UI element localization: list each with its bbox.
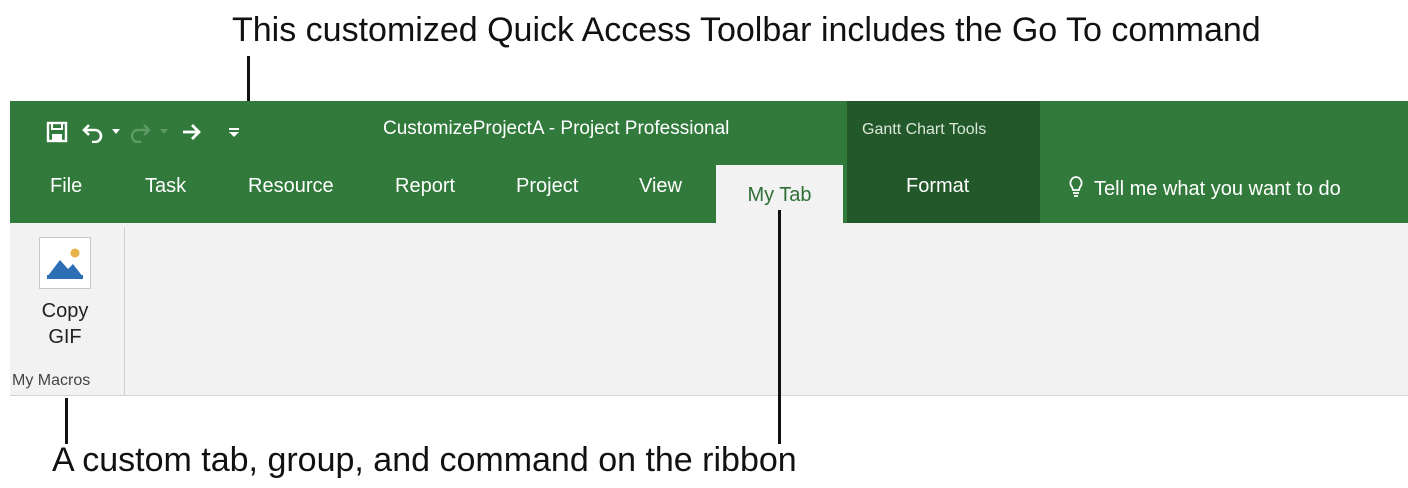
picture-icon xyxy=(39,237,91,289)
quick-access-toolbar xyxy=(38,114,254,150)
copy-gif-label-line1: Copy xyxy=(41,300,89,322)
tab-task[interactable]: Task xyxy=(145,175,186,198)
save-icon[interactable] xyxy=(38,114,76,150)
tab-view[interactable]: View xyxy=(639,175,682,198)
tab-resource[interactable]: Resource xyxy=(248,175,334,198)
ribbon-panel xyxy=(10,223,1408,396)
copy-gif-label: Copy GIF xyxy=(42,298,89,350)
callout-leader-tab xyxy=(778,210,781,444)
callout-qat: This customized Quick Access Toolbar inc… xyxy=(232,11,1261,49)
tab-file[interactable]: File xyxy=(50,175,82,198)
tell-me-label: Tell me what you want to do xyxy=(1094,177,1341,200)
copy-gif-button[interactable]: Copy GIF xyxy=(20,237,110,365)
tell-me-search[interactable]: Tell me what you want to do xyxy=(1068,175,1341,203)
callout-leader-group xyxy=(65,398,68,444)
contextual-tab-band xyxy=(847,101,1040,225)
group-label-my-macros: My Macros xyxy=(12,372,91,389)
undo-dropdown-icon[interactable] xyxy=(110,114,122,150)
lightbulb-icon xyxy=(1068,175,1084,203)
callout-ribbon: A custom tab, group, and command on the … xyxy=(52,441,797,479)
redo-icon xyxy=(122,114,158,150)
contextual-tab-group-title: Gantt Chart Tools xyxy=(862,121,987,138)
undo-icon[interactable] xyxy=(76,114,110,150)
window-title: CustomizeProjectA - Project Professional xyxy=(383,118,730,139)
tab-report[interactable]: Report xyxy=(395,175,455,198)
tab-format[interactable]: Format xyxy=(906,175,969,198)
go-to-icon[interactable] xyxy=(170,114,214,150)
tab-project[interactable]: Project xyxy=(516,175,578,198)
copy-gif-label-line2: GIF xyxy=(48,326,82,348)
redo-dropdown-icon xyxy=(158,114,170,150)
customize-qat-icon[interactable] xyxy=(214,114,254,150)
